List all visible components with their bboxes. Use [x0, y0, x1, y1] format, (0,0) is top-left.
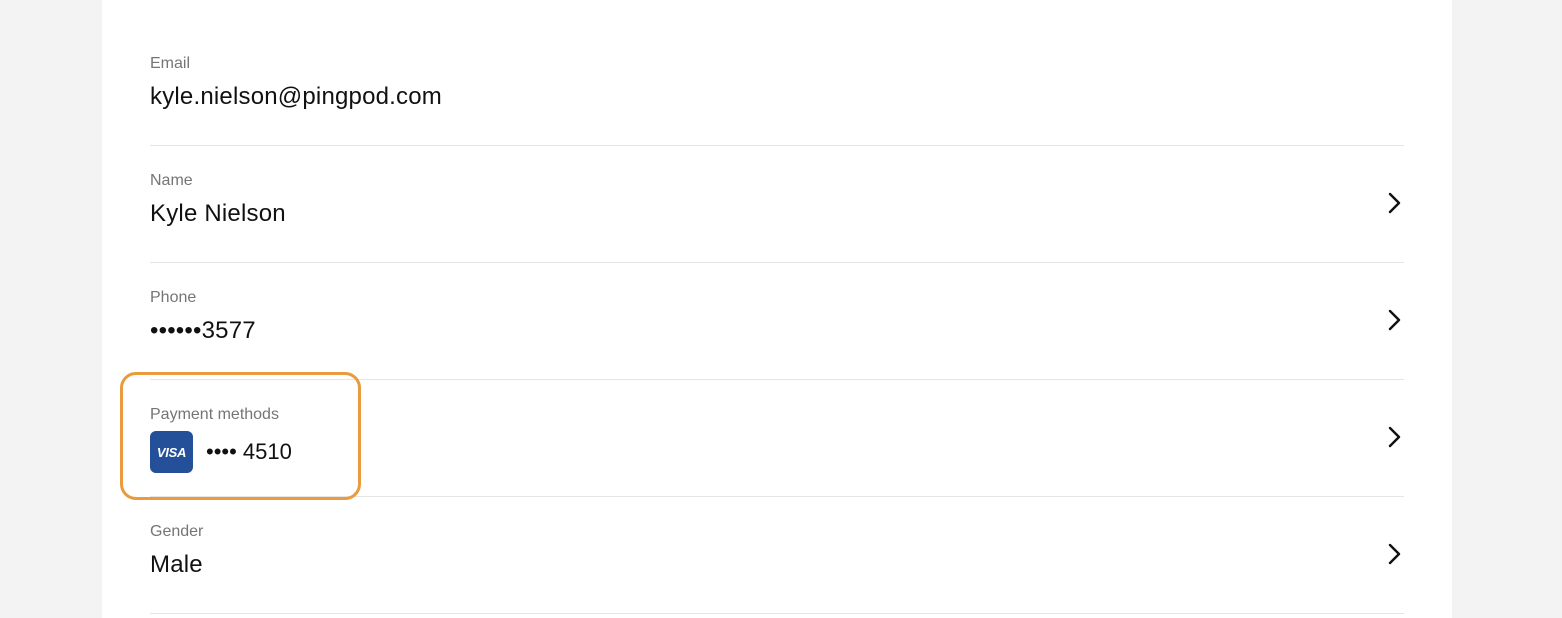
- name-label: Name: [150, 172, 193, 189]
- phone-label: Phone: [150, 289, 197, 306]
- name-row[interactable]: Name Kyle Nielson: [150, 146, 1404, 263]
- chevron-right-icon[interactable]: [1386, 542, 1404, 566]
- email-row: Email kyle.nielson@pingpod.com: [150, 29, 1404, 146]
- phone-row[interactable]: Phone ••••••3577: [150, 263, 1404, 380]
- payment-methods-row[interactable]: Payment methods VISA •••• 4510: [150, 380, 1404, 497]
- gender-label: Gender: [150, 523, 204, 540]
- card-last-digits: •••• 4510: [206, 439, 292, 464]
- chevron-right-icon[interactable]: [1386, 191, 1404, 215]
- chevron-right-icon[interactable]: [1386, 308, 1404, 332]
- payment-method-card: VISA •••• 4510: [150, 431, 292, 473]
- visa-card-icon: VISA: [150, 431, 193, 473]
- gender-value: Male: [150, 551, 203, 578]
- gender-row[interactable]: Gender Male: [150, 497, 1404, 614]
- name-value: Kyle Nielson: [150, 200, 286, 227]
- email-value: kyle.nielson@pingpod.com: [150, 83, 442, 110]
- account-panel: Email kyle.nielson@pingpod.com Name Kyle…: [102, 0, 1452, 618]
- payment-methods-label: Payment methods: [150, 406, 279, 423]
- email-label: Email: [150, 55, 191, 72]
- phone-value: ••••••3577: [150, 317, 256, 344]
- chevron-right-icon[interactable]: [1386, 425, 1404, 449]
